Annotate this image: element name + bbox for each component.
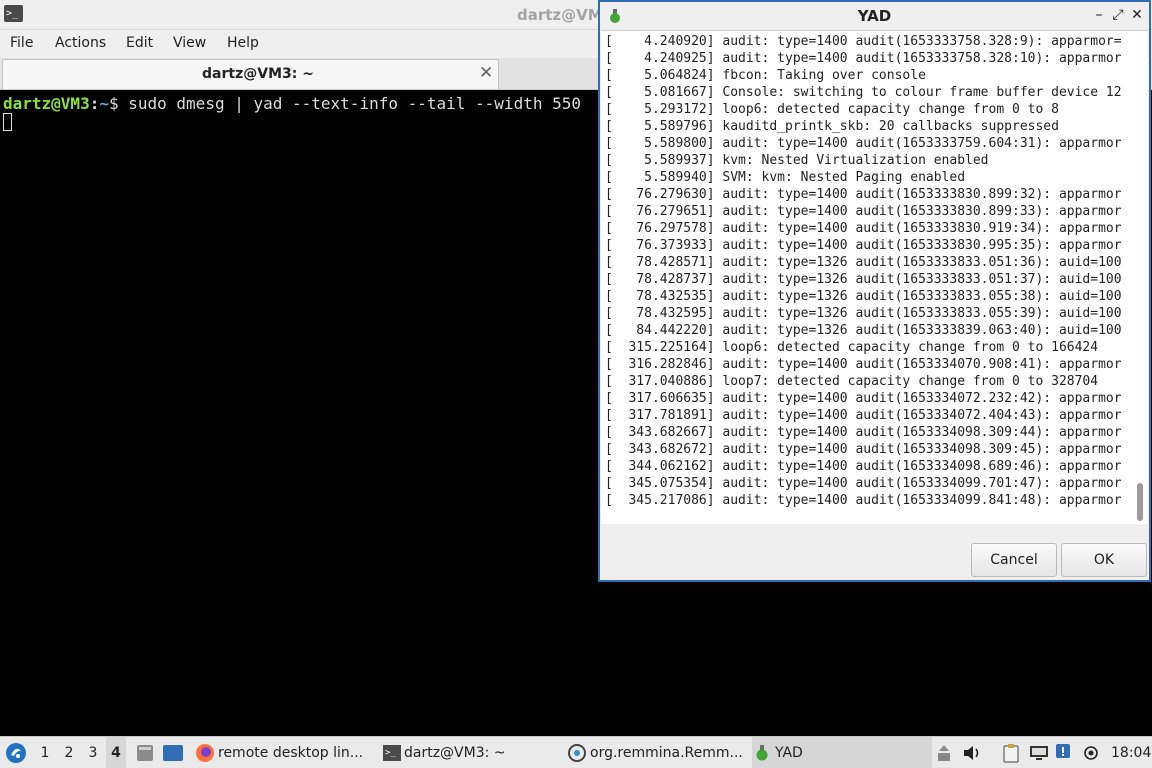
notification-icon[interactable] bbox=[1055, 743, 1071, 761]
log-line: [ 84.442220] audit: type=1326 audit(1653… bbox=[605, 323, 1122, 338]
log-line: [ 317.040886] loop7: detected capacity c… bbox=[605, 374, 1099, 389]
workspace-1[interactable]: 1 bbox=[35, 737, 55, 768]
menu-actions[interactable]: Actions bbox=[55, 35, 106, 51]
terminal-icon: >_ bbox=[383, 745, 401, 761]
close-icon[interactable]: ✕ bbox=[479, 64, 493, 82]
workspace-4[interactable]: 4 bbox=[106, 737, 126, 768]
menu-file[interactable]: File bbox=[10, 35, 33, 51]
terminal-tab-label: dartz@VM3: ~ bbox=[202, 66, 314, 82]
log-line: [ 4.240920] audit: type=1400 audit(16533… bbox=[605, 34, 1122, 49]
task-label: org.remmina.Remm... bbox=[590, 745, 743, 761]
log-line: [ 76.373933] audit: type=1400 audit(1653… bbox=[605, 238, 1122, 253]
log-line: [ 78.428737] audit: type=1326 audit(1653… bbox=[605, 272, 1122, 287]
task-terminal[interactable]: >_ dartz@VM3: ~ bbox=[381, 737, 561, 768]
log-line: [ 78.432535] audit: type=1326 audit(1653… bbox=[605, 289, 1122, 304]
prompt-directory: ~ bbox=[99, 94, 109, 113]
log-line: [ 5.589800] audit: type=1400 audit(16533… bbox=[605, 136, 1122, 151]
clock[interactable]: 18:04 bbox=[1111, 737, 1151, 768]
show-desktop-icon[interactable] bbox=[162, 744, 184, 762]
app-menu-icon[interactable] bbox=[5, 742, 27, 764]
log-line: [ 76.279630] audit: type=1400 audit(1653… bbox=[605, 187, 1122, 202]
log-line: [ 5.589796] kauditd_printk_skb: 20 callb… bbox=[605, 119, 1059, 134]
firefox-icon bbox=[196, 744, 214, 762]
log-line: [ 345.075354] audit: type=1400 audit(165… bbox=[605, 476, 1122, 491]
yad-icon bbox=[756, 745, 768, 761]
prompt-separator: : bbox=[89, 94, 100, 113]
remmina-icon bbox=[568, 744, 586, 762]
command-text: sudo dmesg | yad --text-info --tail --wi… bbox=[128, 94, 581, 113]
yad-dialog: YAD – ⤢ ✕ [ 4.240920] audit: type=1400 a… bbox=[598, 0, 1151, 582]
log-line: [ 345.217086] audit: type=1400 audit(165… bbox=[605, 493, 1122, 508]
cancel-button[interactable]: Cancel bbox=[971, 543, 1057, 577]
prompt-line: dartz@VM3:~$ sudo dmesg | yad --text-inf… bbox=[3, 94, 581, 113]
task-label: YAD bbox=[775, 745, 803, 761]
log-line: [ 5.064824] fbcon: Taking over console bbox=[605, 68, 926, 83]
log-text: [ 4.240920] audit: type=1400 audit(16533… bbox=[605, 33, 1122, 509]
log-line: [ 78.428571] audit: type=1326 audit(1653… bbox=[605, 255, 1122, 270]
workspace-2[interactable]: 2 bbox=[59, 737, 79, 768]
terminal-window-title: dartz@VM bbox=[517, 6, 603, 24]
log-line: [ 5.293172] loop6: detected capacity cha… bbox=[605, 102, 1059, 117]
log-line: [ 343.682667] audit: type=1400 audit(165… bbox=[605, 425, 1122, 440]
task-label: remote desktop lin... bbox=[218, 745, 364, 761]
log-line: [ 317.606635] audit: type=1400 audit(165… bbox=[605, 391, 1122, 406]
minimize-icon[interactable]: – bbox=[1090, 5, 1108, 25]
terminal-icon: >_ bbox=[4, 5, 23, 22]
log-line: [ 5.081667] Console: switching to colour… bbox=[605, 85, 1122, 100]
close-icon[interactable]: ✕ bbox=[1128, 5, 1146, 25]
log-line: [ 316.282846] audit: type=1400 audit(165… bbox=[605, 357, 1122, 372]
log-line: [ 78.432595] audit: type=1326 audit(1653… bbox=[605, 306, 1122, 321]
taskbar: 1 2 3 4 remote desktop lin... >_ dartz@V… bbox=[0, 736, 1152, 768]
volume-icon[interactable] bbox=[962, 744, 982, 762]
task-firefox[interactable]: remote desktop lin... bbox=[193, 737, 373, 768]
prompt-user: dartz@VM3 bbox=[3, 94, 90, 113]
ok-button[interactable]: OK bbox=[1061, 543, 1147, 577]
upload-tray-icon[interactable] bbox=[937, 743, 951, 763]
task-remmina[interactable]: org.remmina.Remm... bbox=[566, 737, 751, 768]
log-line: [ 76.279651] audit: type=1400 audit(1653… bbox=[605, 204, 1122, 219]
task-label: dartz@VM3: ~ bbox=[404, 745, 506, 761]
log-line: [ 343.682672] audit: type=1400 audit(165… bbox=[605, 442, 1122, 457]
log-line: [ 4.240925] audit: type=1400 audit(16533… bbox=[605, 51, 1122, 66]
log-line: [ 317.781891] audit: type=1400 audit(165… bbox=[605, 408, 1122, 423]
workspace-3[interactable]: 3 bbox=[83, 737, 103, 768]
log-line: [ 5.589937] kvm: Nested Virtualization e… bbox=[605, 153, 989, 168]
file-manager-icon[interactable] bbox=[135, 743, 155, 763]
log-line: [ 5.589940] SVM: kvm: Nested Paging enab… bbox=[605, 170, 966, 185]
menu-edit[interactable]: Edit bbox=[126, 35, 153, 51]
log-line: [ 76.297578] audit: type=1400 audit(1653… bbox=[605, 221, 1122, 236]
menu-help[interactable]: Help bbox=[227, 35, 259, 51]
network-icon[interactable] bbox=[1028, 744, 1050, 762]
yad-title: YAD bbox=[857, 7, 892, 25]
yad-titlebar[interactable]: YAD – ⤢ ✕ bbox=[600, 2, 1149, 30]
prompt-symbol: $ bbox=[108, 94, 129, 113]
terminal-tab[interactable]: dartz@VM3: ~ ✕ bbox=[2, 59, 499, 89]
clipboard-icon[interactable] bbox=[1002, 743, 1020, 763]
log-line: [ 315.225164] loop6: detected capacity c… bbox=[605, 340, 1099, 355]
power-icon[interactable] bbox=[1083, 745, 1099, 761]
maximize-icon[interactable]: ⤢ bbox=[1109, 5, 1127, 25]
log-line: [ 344.062162] audit: type=1400 audit(165… bbox=[605, 459, 1122, 474]
terminal-cursor bbox=[3, 113, 12, 131]
menu-view[interactable]: View bbox=[173, 35, 206, 51]
task-yad[interactable]: YAD bbox=[752, 737, 932, 768]
vertical-scrollbar[interactable] bbox=[1137, 483, 1143, 521]
text-info-area[interactable]: [ 4.240920] audit: type=1400 audit(16533… bbox=[601, 30, 1148, 524]
